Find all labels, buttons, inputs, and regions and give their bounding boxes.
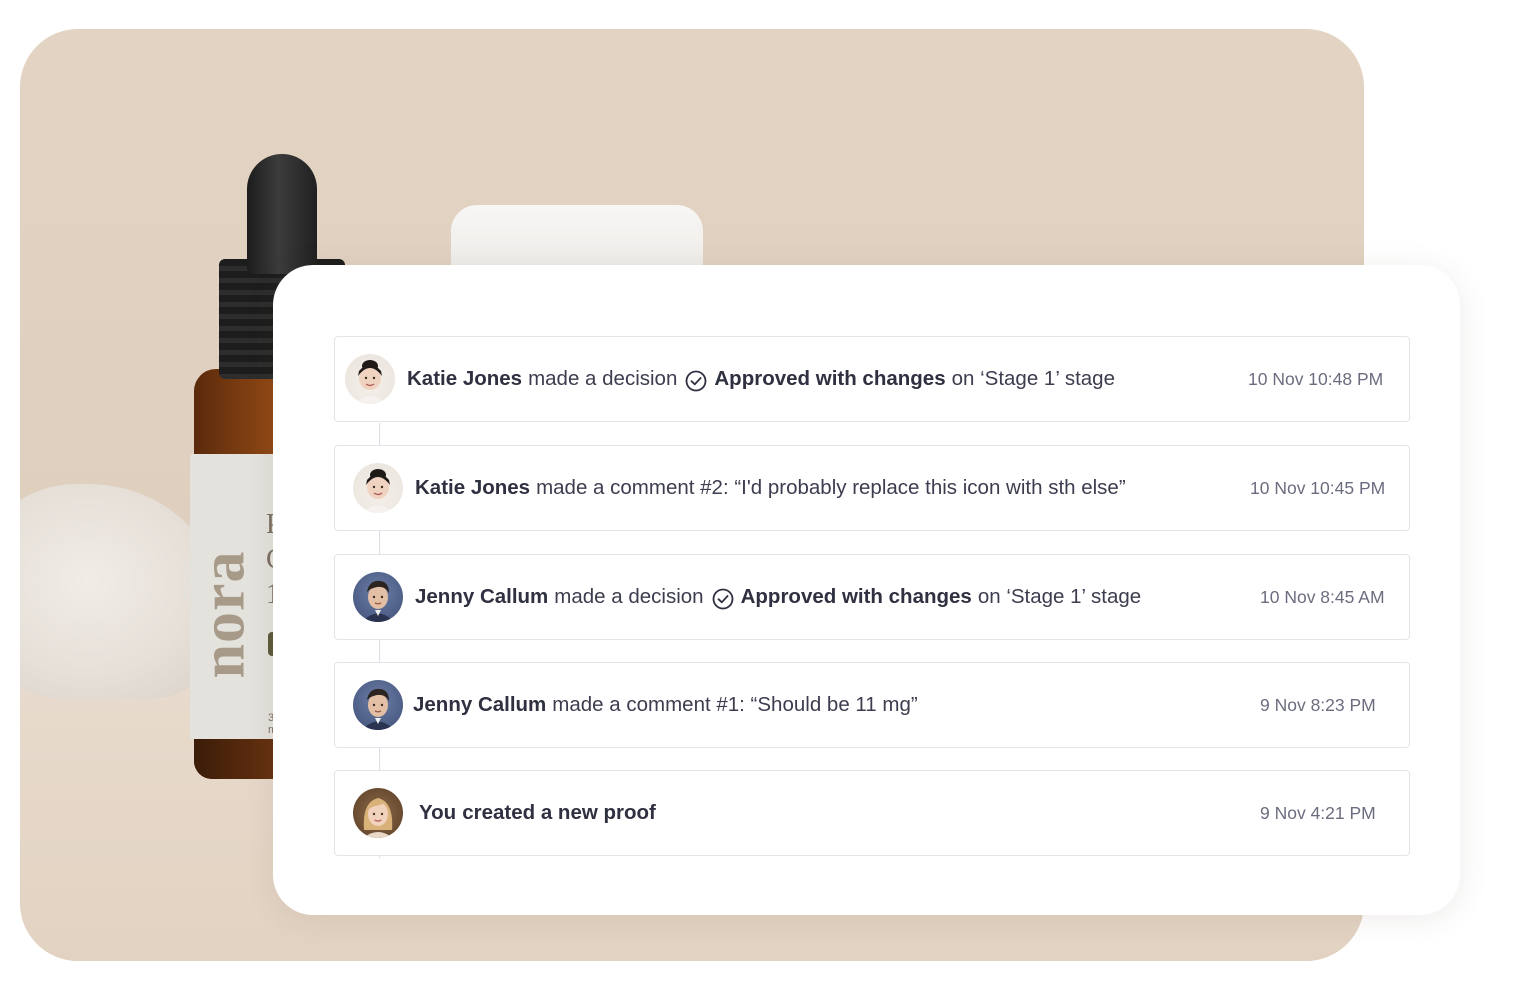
entry-action: made a decision xyxy=(528,367,678,390)
brand-logo: nora xyxy=(189,550,258,678)
entry-time: 9 Nov 8:23 PM xyxy=(1260,694,1376,715)
activity-entry[interactable]: Jenny Callum made a decision Approved wi… xyxy=(334,554,1410,640)
entry-time: 10 Nov 10:45 PM xyxy=(1250,477,1386,498)
avatar xyxy=(353,572,403,622)
entry-text: You created a new proof xyxy=(419,771,656,855)
entry-action: created a new proof xyxy=(462,801,656,824)
activity-entry[interactable]: You created a new proof 9 Nov 4:21 PM xyxy=(334,770,1410,856)
stage-text: on ‘Stage 1’ stage xyxy=(977,585,1142,608)
activity-entry[interactable]: Jenny Callum made a comment #1: “Should … xyxy=(334,662,1410,748)
decision-label: Approved with changes xyxy=(740,585,972,608)
entry-action: made a decision xyxy=(554,585,704,608)
entry-text: Jenny Callum made a decision Approved wi… xyxy=(415,555,1141,639)
check-circle-icon xyxy=(685,370,707,392)
user-name: Katie Jones xyxy=(407,367,523,390)
entry-text: Katie Jones made a decision Approved wit… xyxy=(407,337,1115,421)
activity-entry[interactable]: Katie Jones made a comment #2: “I'd prob… xyxy=(334,445,1410,531)
check-circle-icon xyxy=(712,588,733,610)
entry-action: made a comment #1: “Should be 11 mg” xyxy=(552,693,918,716)
avatar xyxy=(353,788,403,838)
entry-time: 10 Nov 10:48 PM xyxy=(1248,368,1384,389)
user-name: You xyxy=(419,801,457,824)
avatar xyxy=(353,463,403,513)
user-name: Jenny Callum xyxy=(413,693,547,716)
entry-action: made a comment #2: “I'd probably replace… xyxy=(536,476,1126,499)
user-name: Jenny Callum xyxy=(415,585,549,608)
user-name: Katie Jones xyxy=(415,476,531,499)
decision-label: Approved with changes xyxy=(714,367,946,390)
stage-text: on ‘Stage 1’ stage xyxy=(951,367,1115,390)
dropper-bulb xyxy=(247,154,317,274)
avatar xyxy=(353,680,403,730)
activity-card: Katie Jones made a decision Approved wit… xyxy=(273,265,1460,915)
entry-text: Jenny Callum made a comment #1: “Should … xyxy=(413,663,918,747)
entry-time: 9 Nov 4:21 PM xyxy=(1260,802,1376,823)
entry-text: Katie Jones made a comment #2: “I'd prob… xyxy=(415,446,1126,530)
activity-entry[interactable]: Katie Jones made a decision Approved wit… xyxy=(334,336,1410,422)
entry-time: 10 Nov 8:45 AM xyxy=(1260,586,1385,607)
avatar xyxy=(345,354,395,404)
